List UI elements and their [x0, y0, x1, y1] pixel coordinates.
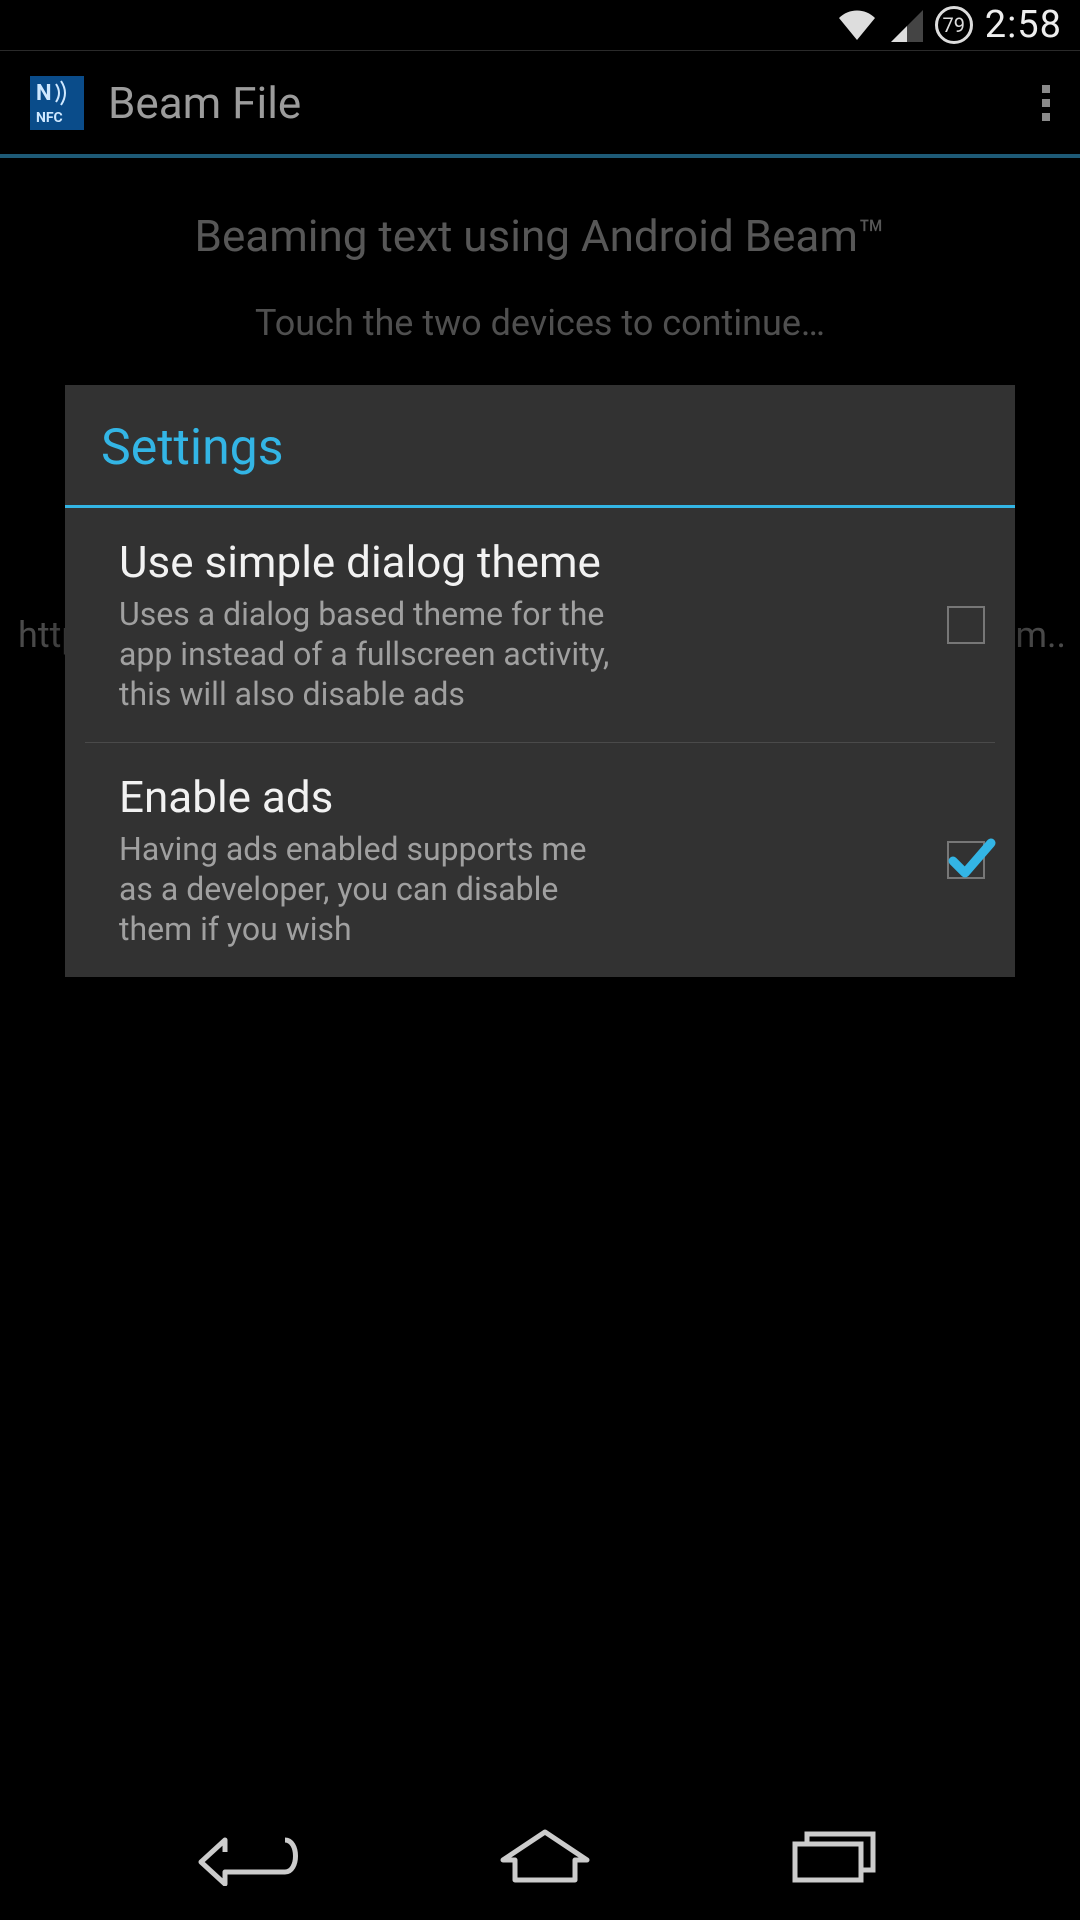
backdrop-heading: Beaming text using Android Beam™ [0, 210, 1080, 262]
cell-signal-icon [889, 8, 923, 42]
setting-title: Use simple dialog theme [119, 536, 923, 588]
recents-button[interactable] [785, 1826, 885, 1886]
setting-simple-dialog-theme[interactable]: Use simple dialog theme Uses a dialog ba… [65, 508, 1015, 742]
dot-icon [1042, 85, 1050, 93]
setting-text: Use simple dialog theme Uses a dialog ba… [119, 536, 923, 714]
app-icon[interactable]: N NFC [30, 76, 84, 130]
nfc-wave-icon: N [36, 80, 68, 110]
dialog-title: Settings [101, 419, 979, 477]
setting-title: Enable ads [119, 771, 923, 823]
dot-icon [1042, 113, 1050, 121]
battery-icon: 79 [935, 6, 973, 44]
overflow-menu-button[interactable] [1032, 75, 1060, 131]
setting-text: Enable ads Having ads enabled supports m… [119, 771, 923, 949]
app-title: Beam File [108, 77, 301, 129]
checkbox-unchecked[interactable] [947, 606, 985, 644]
dialog-header: Settings [65, 385, 1015, 508]
settings-dialog: Settings Use simple dialog theme Uses a … [65, 385, 1015, 977]
navigation-bar [0, 1792, 1080, 1920]
back-button[interactable] [195, 1826, 305, 1886]
action-bar: N NFC Beam File [0, 50, 1080, 158]
svg-text:N: N [36, 81, 52, 106]
dot-icon [1042, 99, 1050, 107]
battery-level: 79 [942, 13, 964, 37]
setting-description: Uses a dialog based theme for the app in… [119, 594, 619, 714]
status-bar: 79 2:58 [0, 0, 1080, 50]
app-icon-label: NFC [36, 110, 63, 126]
setting-description: Having ads enabled supports me as a deve… [119, 829, 619, 949]
wifi-icon [837, 8, 877, 42]
backdrop-subtitle: Touch the two devices to continue… [0, 302, 1080, 344]
checkbox-checked[interactable] [947, 841, 985, 879]
setting-enable-ads[interactable]: Enable ads Having ads enabled supports m… [85, 742, 995, 977]
home-button[interactable] [495, 1826, 595, 1886]
status-clock: 2:58 [985, 3, 1062, 47]
checkmark-icon [945, 833, 997, 885]
